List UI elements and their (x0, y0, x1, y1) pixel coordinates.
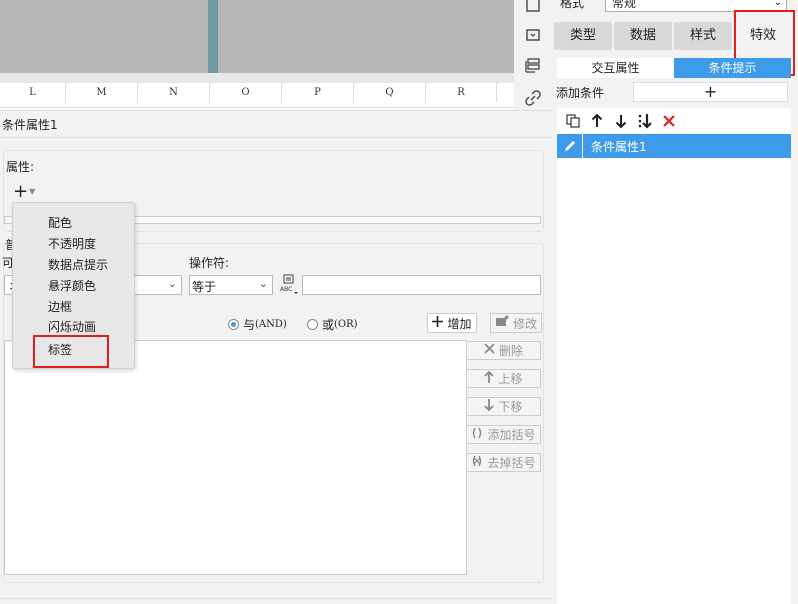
radio-dot-selected (228, 319, 239, 330)
chevron-down-icon: ⌄ (167, 277, 177, 290)
add-button[interactable]: 增加 (427, 313, 477, 333)
bottom-divider (0, 598, 552, 604)
format-label: 格式 (560, 0, 585, 10)
menu-item-flash-animation[interactable]: 闪烁动画 (48, 318, 96, 335)
radio-dot (307, 319, 318, 330)
attribute-label: 属性: (6, 160, 35, 174)
add-parentheses-label: 添加括号 (487, 428, 536, 442)
panel-tabs: 类型 数据 样式 特效 (554, 22, 794, 50)
menu-item-data-point-tooltip[interactable]: 数据点提示 (48, 256, 108, 273)
link-icon[interactable] (524, 89, 542, 107)
cell-element-icon[interactable] (524, 0, 542, 14)
delete-button-label: 删除 (498, 344, 523, 358)
menu-item-opacity[interactable]: 不透明度 (48, 235, 96, 252)
format-select[interactable]: 常规 ⌄ (605, 0, 787, 12)
pencil-icon[interactable] (557, 134, 583, 158)
menu-item-color-scheme[interactable]: 配色 (48, 214, 72, 231)
add-button-label: 增加 (447, 316, 472, 331)
arrow-down-icon[interactable] (609, 111, 633, 131)
condition-expression-area[interactable] (4, 340, 467, 575)
side-icon-strip (514, 0, 552, 110)
column-header-r[interactable]: R (426, 83, 497, 102)
move-down-button-label: 下移 (498, 400, 523, 414)
column-header-q[interactable]: Q (354, 83, 426, 102)
radio-or[interactable]: 或 (OR) (307, 316, 358, 333)
modify-button[interactable]: 修改 (490, 313, 542, 333)
tab-effects[interactable]: 特效 (734, 22, 792, 50)
add-condition-label: 添加条件 (556, 86, 605, 100)
plus-icon: + (13, 180, 29, 202)
layout-icon[interactable] (524, 57, 542, 75)
delete-icon[interactable] (657, 111, 681, 131)
chevron-down-icon: ⌄ (773, 0, 782, 8)
tab-type[interactable]: 类型 (554, 22, 612, 50)
arrow-up-icon[interactable] (585, 111, 609, 131)
column-header-spacer (497, 83, 514, 102)
sheet-row (0, 102, 514, 108)
condition-toolbar (557, 108, 791, 134)
add-condition-button[interactable]: + (633, 82, 788, 102)
condition-item[interactable]: 条件属性1 (557, 134, 791, 158)
modify-button-label: 修改 (512, 316, 537, 331)
column-header-row: L M N O P Q R (0, 83, 514, 102)
value-input[interactable] (302, 275, 541, 295)
column-selection-indicator (208, 0, 218, 73)
add-parentheses-button[interactable]: 添加括号 (466, 425, 541, 444)
effects-subtabs: 交互属性 条件提示 (557, 58, 791, 78)
abc-text: ABC (280, 286, 292, 293)
column-header-l[interactable]: L (0, 83, 66, 102)
move-to-bottom-icon[interactable] (633, 111, 657, 131)
remove-parentheses-icon (471, 455, 483, 471)
operator-label: 操作符: (189, 256, 230, 270)
chevron-down-icon: ⌄ (258, 277, 268, 290)
sheet-divider (0, 73, 514, 83)
delete-button[interactable]: 删除 (466, 341, 541, 360)
operator-select[interactable]: 等于 ⌄ (189, 275, 273, 295)
chevron-down-icon: ▼ (29, 186, 36, 196)
widget-icon[interactable] (524, 26, 542, 44)
condition-item-label: 条件属性1 (591, 139, 647, 154)
copy-icon[interactable] (561, 111, 585, 131)
condition-list: 条件属性1 (557, 134, 791, 604)
radio-and-suffix: (AND) (255, 319, 287, 330)
spreadsheet-canvas[interactable] (0, 0, 514, 73)
radio-and-label: 与 (243, 318, 256, 332)
formula-abc-icon[interactable]: ABC (279, 274, 299, 296)
plus-icon (432, 315, 444, 331)
remove-parentheses-label: 去掉括号 (487, 456, 536, 470)
column-header-n[interactable]: N (138, 83, 210, 102)
subtab-interaction-attributes[interactable]: 交互属性 (557, 58, 674, 78)
parentheses-icon (471, 427, 483, 443)
menu-item-label[interactable]: 标签 (48, 341, 72, 358)
modify-icon (495, 315, 509, 331)
remove-parentheses-button[interactable]: 去掉括号 (466, 453, 541, 472)
subtab-condition-tips[interactable]: 条件提示 (674, 58, 791, 78)
tab-data[interactable]: 数据 (614, 22, 672, 50)
format-select-value: 常规 (612, 0, 637, 10)
radio-or-suffix: (OR) (334, 319, 358, 330)
column-header-o[interactable]: O (210, 83, 282, 102)
menu-item-border[interactable]: 边框 (48, 298, 72, 315)
menu-item-hover-color[interactable]: 悬浮颜色 (48, 277, 96, 294)
arrow-up-icon (484, 370, 495, 387)
column-header-m[interactable]: M (66, 83, 138, 102)
title-divider (0, 137, 552, 138)
arrow-down-icon (484, 398, 495, 415)
radio-and[interactable]: 与 (AND) (228, 316, 287, 333)
tab-style[interactable]: 样式 (674, 22, 732, 50)
column-header-p[interactable]: P (282, 83, 354, 102)
move-up-button-label: 上移 (498, 372, 523, 386)
operator-select-value: 等于 (192, 280, 217, 294)
radio-or-label: 或 (322, 318, 335, 332)
dialog-title: 条件属性1 (2, 118, 58, 132)
move-down-button[interactable]: 下移 (466, 397, 541, 416)
close-icon (484, 343, 495, 358)
add-attribute-button[interactable]: + ▼ (13, 180, 41, 202)
move-up-button[interactable]: 上移 (466, 369, 541, 388)
